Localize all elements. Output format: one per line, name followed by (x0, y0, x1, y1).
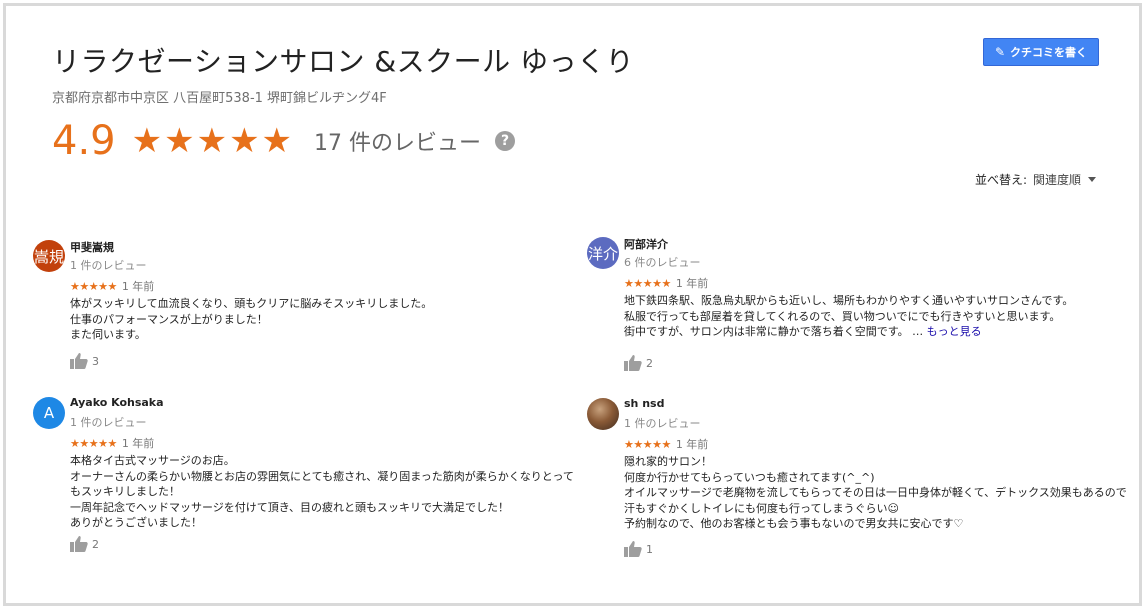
avatar[interactable]: A (33, 397, 65, 429)
sort-control: 並べ替え: 関連度順 (975, 171, 1097, 188)
review-stars: ★★★★★ (70, 437, 117, 450)
sort-selected-value: 関連度順 (1033, 173, 1082, 187)
pencil-icon: ✎ (994, 45, 1006, 59)
review-card: sh nsd 1 件のレビュー ★★★★★ 1 年前 隠れ家的サロン！ 何度か行か… (587, 397, 1135, 558)
reviewer-name[interactable]: sh nsd (624, 397, 664, 410)
review-meta: ★★★★★ 1 年前 (624, 436, 708, 452)
sort-label: 並べ替え: (975, 173, 1028, 187)
like-count: 2 (92, 537, 99, 551)
reviewer-review-count: 6 件のレビュー (624, 256, 701, 269)
review-date: 1 年前 (121, 437, 155, 450)
review-meta: ★★★★★ 1 年前 (70, 278, 154, 294)
review-date: 1 年前 (121, 280, 155, 293)
review-stars: ★★★★★ (70, 280, 117, 293)
reviewer-review-count: 1 件のレビュー (624, 417, 701, 430)
like-button[interactable]: 2 (624, 355, 653, 371)
review-text: 隠れ家的サロン！ 何度か行かせてもらっていつも癒されてます(^_^) オイルマッ… (624, 455, 1127, 530)
thumbs-up-icon (624, 541, 642, 557)
like-count: 3 (92, 354, 99, 368)
rating-summary: 4.9 ★★★★★ 17 件のレビュー ? (52, 116, 516, 166)
review-card: A Ayako Kohsaka 1 件のレビュー ★★★★★ 1 年前 本格タイ古… (33, 396, 578, 557)
review-meta: ★★★★★ 1 年前 (70, 435, 154, 451)
avatar[interactable] (587, 398, 619, 430)
sort-dropdown[interactable]: 関連度順 (1033, 171, 1097, 188)
like-count: 2 (646, 356, 653, 370)
review-text: 本格タイ古式マッサージのお店。 オーナーさんの柔らかい物腰とお店の雰囲気にとても… (70, 454, 574, 529)
like-button[interactable]: 2 (70, 536, 99, 552)
business-name: リラクゼーションサロン &スクール ゆっくり (52, 45, 635, 78)
review-card: 嵩規 甲斐嵩規 1 件のレビュー ★★★★★ 1 年前 体がスッキリして血流良くな… (33, 240, 573, 375)
reviewer-name[interactable]: Ayako Kohsaka (70, 396, 164, 409)
avatar[interactable]: 洋介 (587, 237, 619, 269)
rating-stars: ★★★★★ (131, 121, 295, 161)
reviewer-review-count: 1 件のレビュー (70, 259, 147, 272)
review-stars: ★★★★★ (624, 438, 671, 451)
avatar[interactable]: 嵩規 (33, 240, 65, 272)
total-review-count: 17 件のレビュー (314, 131, 482, 156)
review-date: 1 年前 (675, 438, 709, 451)
review-text-content: 地下鉄四条駅、阪急烏丸駅からも近いし、場所もわかりやすく通いやすいサロンさんです… (624, 294, 1074, 338)
average-rating: 4.9 (52, 118, 116, 164)
review-text: 体がスッキリして血流良くなり、頭もクリアに脳みそスッキリしました。 仕事のパフォ… (70, 297, 433, 341)
reviewer-review-count: 1 件のレビュー (70, 416, 147, 429)
chevron-down-icon (1088, 177, 1097, 182)
review-card: 洋介 阿部洋介 6 件のレビュー ★★★★★ 1 年前 地下鉄四条駅、阪急烏丸駅か… (587, 237, 1132, 372)
review-meta: ★★★★★ 1 年前 (624, 275, 708, 291)
write-review-button[interactable]: ✎ クチコミを書く (983, 38, 1099, 66)
review-date: 1 年前 (675, 277, 709, 290)
thumbs-up-icon (624, 355, 642, 371)
reviewer-name[interactable]: 阿部洋介 (624, 236, 668, 252)
help-icon[interactable]: ? (495, 131, 516, 151)
review-text: 地下鉄四条駅、阪急烏丸駅からも近いし、場所もわかりやすく通いやすいサロンさんです… (624, 293, 1073, 340)
like-count: 1 (646, 542, 653, 556)
show-more-link[interactable]: もっと見る (927, 325, 982, 338)
write-review-label: クチコミを書く (1010, 46, 1088, 59)
like-button[interactable]: 1 (624, 541, 653, 557)
like-button[interactable]: 3 (70, 353, 99, 369)
thumbs-up-icon (70, 353, 88, 369)
review-stars: ★★★★★ (624, 277, 671, 290)
thumbs-up-icon (70, 536, 88, 552)
reviewer-name[interactable]: 甲斐嵩規 (70, 239, 114, 255)
business-address: 京都府京都市中京区 八百屋町538-1 堺町錦ビルヂング4F (52, 91, 387, 106)
